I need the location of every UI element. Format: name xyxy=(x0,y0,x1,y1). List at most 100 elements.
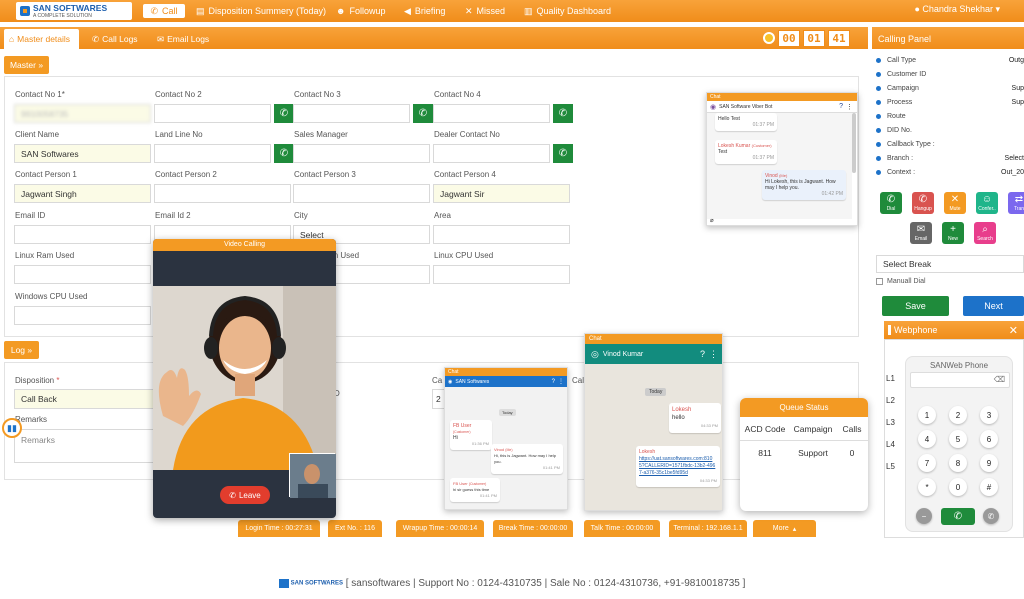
call-tran-button[interactable]: ⇄ Tran xyxy=(1008,192,1024,214)
backspace-icon[interactable]: ⌫ xyxy=(994,375,1005,384)
dialer-key[interactable]: 8 xyxy=(949,454,967,472)
nav-disposition[interactable]: ▤ Disposition Summery (Today) xyxy=(196,4,326,18)
field-label: Email ID xyxy=(15,211,46,220)
timer-minutes: 01 xyxy=(803,29,825,47)
hangup-icon: ✆ xyxy=(918,193,928,205)
message-link[interactable]: https://uat.sansoftwares.com:8105?CALLER… xyxy=(639,456,717,477)
button-label: Search xyxy=(977,235,993,242)
webphone-line-l4[interactable]: L4 xyxy=(886,440,895,449)
required-marker: * xyxy=(56,376,60,385)
nav-briefing[interactable]: ◀ Briefing xyxy=(404,4,445,18)
field-input[interactable] xyxy=(14,225,151,244)
call-phone-button[interactable]: ✆ xyxy=(553,144,573,163)
select-break-dropdown[interactable]: Select Break xyxy=(876,255,1024,273)
webphone-line-l1[interactable]: L1 xyxy=(886,374,895,383)
more-vertical-icon[interactable]: ⋮ xyxy=(846,103,853,111)
remarks-textarea[interactable]: Remarks xyxy=(14,429,154,463)
queue-column-header: Campaign xyxy=(793,423,833,434)
wa-message: Lokesh hello 04:33 PM xyxy=(669,403,721,433)
dial-icon: ✆ xyxy=(886,193,896,205)
call-new-button[interactable]: + New xyxy=(942,222,964,244)
call-mute-button[interactable]: ✕ Mute xyxy=(944,192,966,214)
tab-email-logs[interactable]: ✉ Email Logs xyxy=(157,29,209,49)
log-label-cal: Cal xyxy=(572,376,585,385)
dial-number-input[interactable]: ⌫ xyxy=(910,372,1010,388)
call-email-button[interactable]: ✉ Email xyxy=(910,222,932,244)
leave-call-button[interactable]: ✆ Leave xyxy=(220,486,270,504)
field-input[interactable]: Jagwant Singh xyxy=(14,184,151,203)
hangup-icon[interactable]: ✆ xyxy=(983,508,999,524)
tab-call-logs[interactable]: ✆ Call Logs xyxy=(92,29,138,49)
field-input[interactable] xyxy=(293,144,430,163)
field-input[interactable] xyxy=(433,265,570,284)
nav-followup[interactable]: ☻ Followup xyxy=(336,4,386,18)
nav-call[interactable]: ✆ Call xyxy=(143,4,185,18)
dialer-key[interactable]: # xyxy=(980,478,998,496)
user-menu[interactable]: ● Chandra Shekhar ▾ xyxy=(914,4,1000,15)
manual-dial-checkbox[interactable] xyxy=(876,278,883,285)
dialer-key[interactable]: * xyxy=(918,478,936,496)
call-hangup-button[interactable]: ✆ Hangup xyxy=(912,192,934,214)
master-button[interactable]: Master » xyxy=(4,56,49,74)
call-phone-button[interactable]: ✆ xyxy=(553,104,573,123)
tab-master-details[interactable]: ⌂ Master details xyxy=(4,29,79,49)
webphone-line-l2[interactable]: L2 xyxy=(886,396,895,405)
field-label: Sales Manager xyxy=(294,130,348,139)
close-icon[interactable]: ✕ xyxy=(1009,324,1018,337)
logo-icon xyxy=(20,6,30,16)
log-button[interactable]: Log » xyxy=(4,341,39,359)
help-icon[interactable]: ? xyxy=(700,349,705,359)
self-view-thumbnail[interactable] xyxy=(289,453,336,498)
help-icon[interactable]: ? xyxy=(552,379,555,385)
field-input[interactable]: SAN Softwares xyxy=(14,144,151,163)
field-input[interactable] xyxy=(154,184,291,203)
call-dial-button[interactable]: ✆ Dial xyxy=(880,192,902,214)
webphone-call-button[interactable]: ✆ xyxy=(941,508,975,525)
dialer-key[interactable]: 9 xyxy=(980,454,998,472)
field-input[interactable] xyxy=(433,225,570,244)
more-vertical-icon[interactable]: ⋮ xyxy=(558,378,564,385)
dialer-key[interactable]: 7 xyxy=(918,454,936,472)
status-item[interactable]: More ▴ xyxy=(753,520,816,537)
webphone-line-l3[interactable]: L3 xyxy=(886,418,895,427)
field-input[interactable] xyxy=(293,184,430,203)
message-time: 01:37 PM xyxy=(752,122,774,128)
scrollbar[interactable] xyxy=(852,113,856,173)
field-input[interactable]: Jagwant Sir xyxy=(433,184,570,203)
dialer-key[interactable]: 6 xyxy=(980,430,998,448)
status-text: Talk Time : 00:00:00 xyxy=(590,525,654,532)
minus-icon[interactable]: − xyxy=(916,508,932,524)
call-phone-button[interactable]: ✆ xyxy=(274,144,294,163)
field-input[interactable] xyxy=(433,144,550,163)
floating-widget-icon[interactable]: ▮▮ xyxy=(2,418,22,438)
field-input[interactable] xyxy=(14,265,151,284)
dialer-key[interactable]: 5 xyxy=(949,430,967,448)
dialer-key[interactable]: 0 xyxy=(949,478,967,496)
webphone-line-l5[interactable]: L5 xyxy=(886,462,895,471)
field-input[interactable] xyxy=(433,104,550,123)
field-input[interactable] xyxy=(293,104,410,123)
help-icon[interactable]: ? xyxy=(839,103,843,110)
dialer-key[interactable]: 1 xyxy=(918,406,936,424)
call-phone-button[interactable]: ✆ xyxy=(274,104,294,123)
call-search-button[interactable]: ⌕ Search xyxy=(974,222,996,244)
field-input[interactable] xyxy=(154,144,271,163)
dialer-key[interactable]: 4 xyxy=(918,430,936,448)
field-input[interactable]: 9910058735 xyxy=(14,104,151,123)
next-button[interactable]: Next xyxy=(963,296,1024,316)
today-separator: Today xyxy=(645,388,667,396)
save-button[interactable]: Save xyxy=(882,296,949,316)
call-confer-button[interactable]: ☺ Confer.. xyxy=(976,192,998,214)
field-input[interactable] xyxy=(154,104,271,123)
call-phone-button[interactable]: ✆ xyxy=(413,104,433,123)
dialer-key[interactable]: 3 xyxy=(980,406,998,424)
manual-dial-option[interactable]: Manuall Dial xyxy=(876,278,926,285)
nav-missed[interactable]: ✕ Missed xyxy=(465,4,505,18)
nav-quality-dashboard[interactable]: ▥ Quality Dashboard xyxy=(524,4,611,18)
disposition-select[interactable]: Call Back xyxy=(14,389,154,409)
brand-logo[interactable]: SAN SOFTWARES A COMPLETE SOLUTION xyxy=(16,2,132,20)
more-vertical-icon[interactable]: ⋮ xyxy=(709,349,718,360)
dialer-key[interactable]: 2 xyxy=(949,406,967,424)
field-input[interactable] xyxy=(14,306,151,325)
attach-icon[interactable]: ⌀ xyxy=(710,217,714,224)
